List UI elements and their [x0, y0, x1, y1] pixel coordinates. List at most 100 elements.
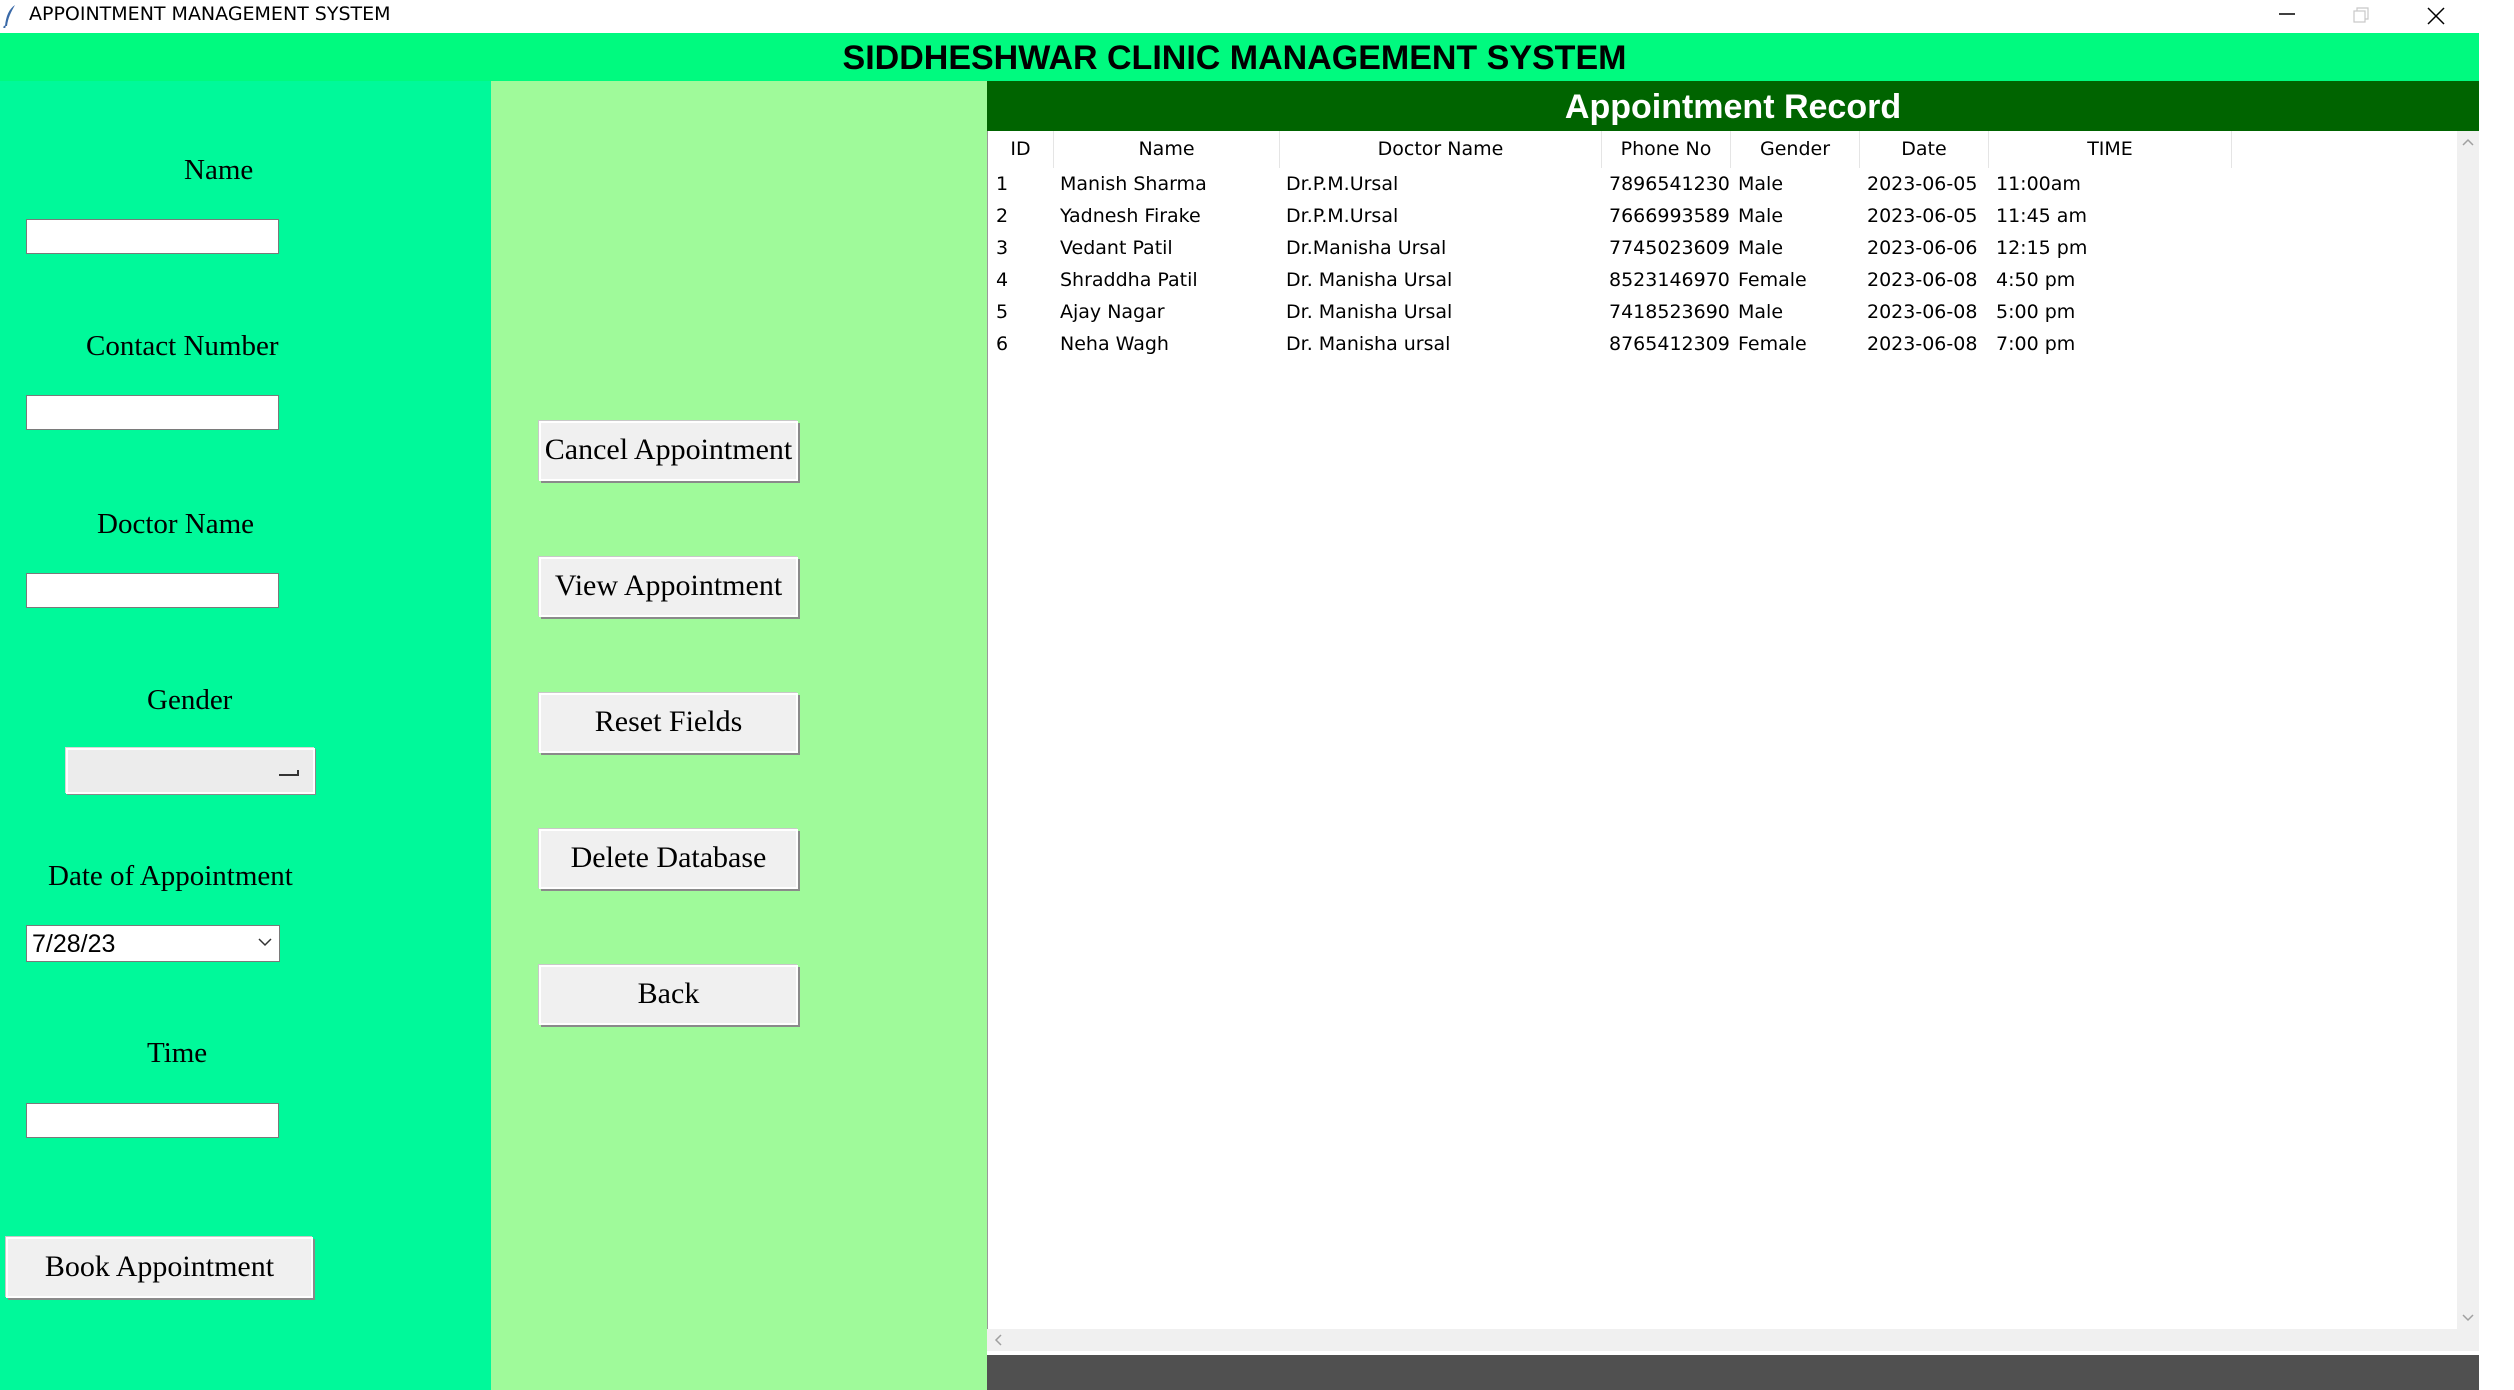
cell-time: 7:00 pm: [1996, 333, 2076, 355]
record-title: Appointment Record: [1564, 88, 1902, 126]
gender-select[interactable]: [66, 748, 315, 794]
cell-date: 2023-06-08: [1867, 269, 1978, 291]
cell-name: Yadnesh Firake: [1060, 205, 1201, 227]
window-titlebar: APPOINTMENT MANAGEMENT SYSTEM: [0, 0, 2514, 33]
window-title: APPOINTMENT MANAGEMENT SYSTEM: [29, 3, 391, 25]
time-label: Time: [147, 1037, 208, 1069]
restore-icon: [2353, 7, 2369, 23]
cell-name: Neha Wagh: [1060, 333, 1169, 355]
table-row[interactable]: 2 Yadnesh Firake Dr.P.M.Ursal 7666993589…: [988, 200, 2458, 232]
cell-date: 2023-06-06: [1867, 237, 1978, 259]
cell-gender: Male: [1738, 205, 1784, 227]
minimize-icon: [2279, 13, 2295, 15]
cell-phone: 8765412309: [1609, 333, 1730, 355]
appointment-table[interactable]: ID Name Doctor Name Phone No Gender Date…: [987, 131, 2457, 1329]
time-input[interactable]: [26, 1103, 279, 1138]
column-header-name[interactable]: Name: [1054, 131, 1280, 168]
scroll-up-arrow-icon[interactable]: [2461, 137, 2475, 147]
cell-time: 4:50 pm: [1996, 269, 2076, 291]
cell-id: 1: [996, 173, 1009, 195]
date-picker[interactable]: 7/28/23: [26, 925, 280, 962]
table-row[interactable]: 4 Shraddha Patil Dr. Manisha Ursal 85231…: [988, 264, 2458, 296]
table-row[interactable]: 5 Ajay Nagar Dr. Manisha Ursal 741852369…: [988, 296, 2458, 328]
cell-id: 5: [996, 301, 1009, 323]
doctor-name-label: Doctor Name: [97, 508, 255, 540]
window-edge: [2479, 33, 2514, 1390]
cell-id: 3: [996, 237, 1009, 259]
maximize-button[interactable]: [2324, 0, 2398, 33]
appointment-form-panel: Name Contact Number Doctor Name Gender D…: [0, 81, 491, 1390]
cell-gender: Male: [1738, 237, 1784, 259]
scroll-left-arrow-icon[interactable]: [993, 1333, 1003, 1347]
appointment-record-panel: Appointment Record ID Name Doctor Name P…: [987, 81, 2479, 1390]
cell-time: 11:45 am: [1996, 205, 2087, 227]
cell-gender: Female: [1738, 333, 1807, 355]
app-header: SIDDHESHWAR CLINIC MANAGEMENT SYSTEM: [0, 33, 2479, 81]
cell-phone: 7896541230: [1609, 173, 1730, 195]
close-icon: [2427, 7, 2445, 25]
gender-label: Gender: [147, 684, 233, 716]
cell-date: 2023-06-05: [1867, 173, 1978, 195]
reset-fields-button[interactable]: Reset Fields: [539, 693, 798, 753]
cell-gender: Male: [1738, 301, 1784, 323]
column-header-date[interactable]: Date: [1860, 131, 1989, 168]
cell-doctor: Dr. Manisha Ursal: [1286, 269, 1453, 291]
cell-doctor: Dr.P.M.Ursal: [1286, 173, 1399, 195]
back-button[interactable]: Back: [539, 965, 798, 1025]
column-header-id[interactable]: ID: [988, 131, 1054, 168]
vertical-scrollbar[interactable]: [2457, 131, 2479, 1329]
cell-date: 2023-06-08: [1867, 301, 1978, 323]
cell-time: 11:00am: [1996, 173, 2081, 195]
book-appointment-button[interactable]: Book Appointment: [6, 1237, 313, 1298]
column-header-gender[interactable]: Gender: [1731, 131, 1860, 168]
dropdown-arrow-icon: [279, 770, 299, 776]
cancel-appointment-button[interactable]: Cancel Appointment: [539, 421, 798, 481]
name-input[interactable]: [26, 219, 279, 254]
cell-gender: Male: [1738, 173, 1784, 195]
cell-phone: 8523146970: [1609, 269, 1730, 291]
table-row[interactable]: 3 Vedant Patil Dr.Manisha Ursal 77450236…: [988, 232, 2458, 264]
table-header: ID Name Doctor Name Phone No Gender Date…: [988, 131, 2458, 168]
scroll-down-arrow-icon[interactable]: [2461, 1313, 2475, 1323]
bottom-status-bar: [987, 1355, 2479, 1390]
view-appointment-button[interactable]: View Appointment: [539, 557, 798, 617]
app-title: SIDDHESHWAR CLINIC MANAGEMENT SYSTEM: [842, 39, 1627, 77]
close-button[interactable]: [2399, 0, 2473, 33]
cell-date: 2023-06-05: [1867, 205, 1978, 227]
cell-id: 6: [996, 333, 1009, 355]
column-header-doctor-name[interactable]: Doctor Name: [1280, 131, 1602, 168]
cell-phone: 7666993589: [1609, 205, 1730, 227]
cell-phone: 7745023609: [1609, 237, 1730, 259]
contact-number-label: Contact Number: [86, 330, 279, 362]
cell-name: Shraddha Patil: [1060, 269, 1198, 291]
record-header: Appointment Record: [987, 81, 2479, 131]
name-label: Name: [184, 154, 254, 186]
cell-id: 2: [996, 205, 1009, 227]
cell-date: 2023-06-08: [1867, 333, 1978, 355]
contact-number-input[interactable]: [26, 395, 279, 430]
actions-panel: Cancel Appointment View Appointment Rese…: [491, 81, 987, 1390]
column-header-phone[interactable]: Phone No: [1602, 131, 1731, 168]
column-header-time[interactable]: TIME: [1989, 131, 2232, 168]
horizontal-scrollbar[interactable]: [987, 1329, 2479, 1351]
cell-doctor: Dr. Manisha Ursal: [1286, 301, 1453, 323]
table-row[interactable]: 6 Neha Wagh Dr. Manisha ursal 8765412309…: [988, 328, 2458, 360]
cell-name: Vedant Patil: [1060, 237, 1173, 259]
date-of-appointment-label: Date of Appointment: [48, 860, 293, 892]
cell-time: 12:15 pm: [1996, 237, 2088, 259]
table-row[interactable]: 1 Manish Sharma Dr.P.M.Ursal 7896541230 …: [988, 168, 2458, 200]
cell-doctor: Dr. Manisha ursal: [1286, 333, 1451, 355]
feather-app-icon: [3, 5, 15, 28]
cell-id: 4: [996, 269, 1009, 291]
cell-name: Manish Sharma: [1060, 173, 1207, 195]
chevron-down-icon: [258, 938, 272, 947]
minimize-button[interactable]: [2250, 0, 2324, 33]
cell-phone: 7418523690: [1609, 301, 1730, 323]
cell-name: Ajay Nagar: [1060, 301, 1165, 323]
doctor-name-input[interactable]: [26, 573, 279, 608]
date-value: 7/28/23: [32, 930, 116, 958]
cell-doctor: Dr.Manisha Ursal: [1286, 237, 1447, 259]
delete-database-button[interactable]: Delete Database: [539, 829, 798, 889]
cell-gender: Female: [1738, 269, 1807, 291]
cell-time: 5:00 pm: [1996, 301, 2076, 323]
